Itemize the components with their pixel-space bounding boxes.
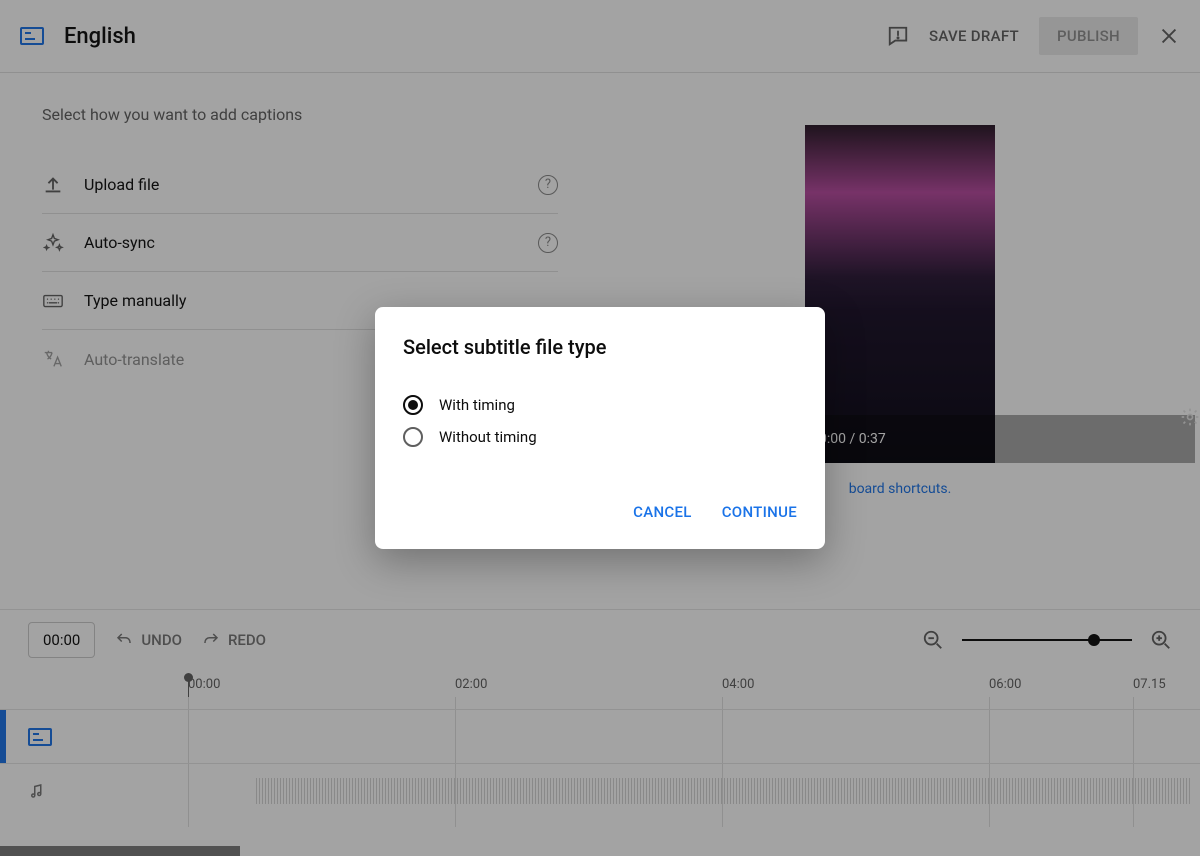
dialog-title: Select subtitle file type [403, 335, 797, 359]
subtitle-file-type-dialog: Select subtitle file type With timing Wi… [375, 307, 825, 549]
radio-label: With timing [439, 396, 515, 414]
radio-icon [403, 427, 423, 447]
radio-label: Without timing [439, 428, 537, 446]
cancel-button[interactable]: CANCEL [633, 503, 692, 521]
continue-button[interactable]: CONTINUE [722, 503, 797, 521]
radio-with-timing[interactable]: With timing [403, 395, 797, 415]
radio-icon [403, 395, 423, 415]
modal-overlay[interactable]: Select subtitle file type With timing Wi… [0, 0, 1200, 856]
radio-without-timing[interactable]: Without timing [403, 427, 797, 447]
